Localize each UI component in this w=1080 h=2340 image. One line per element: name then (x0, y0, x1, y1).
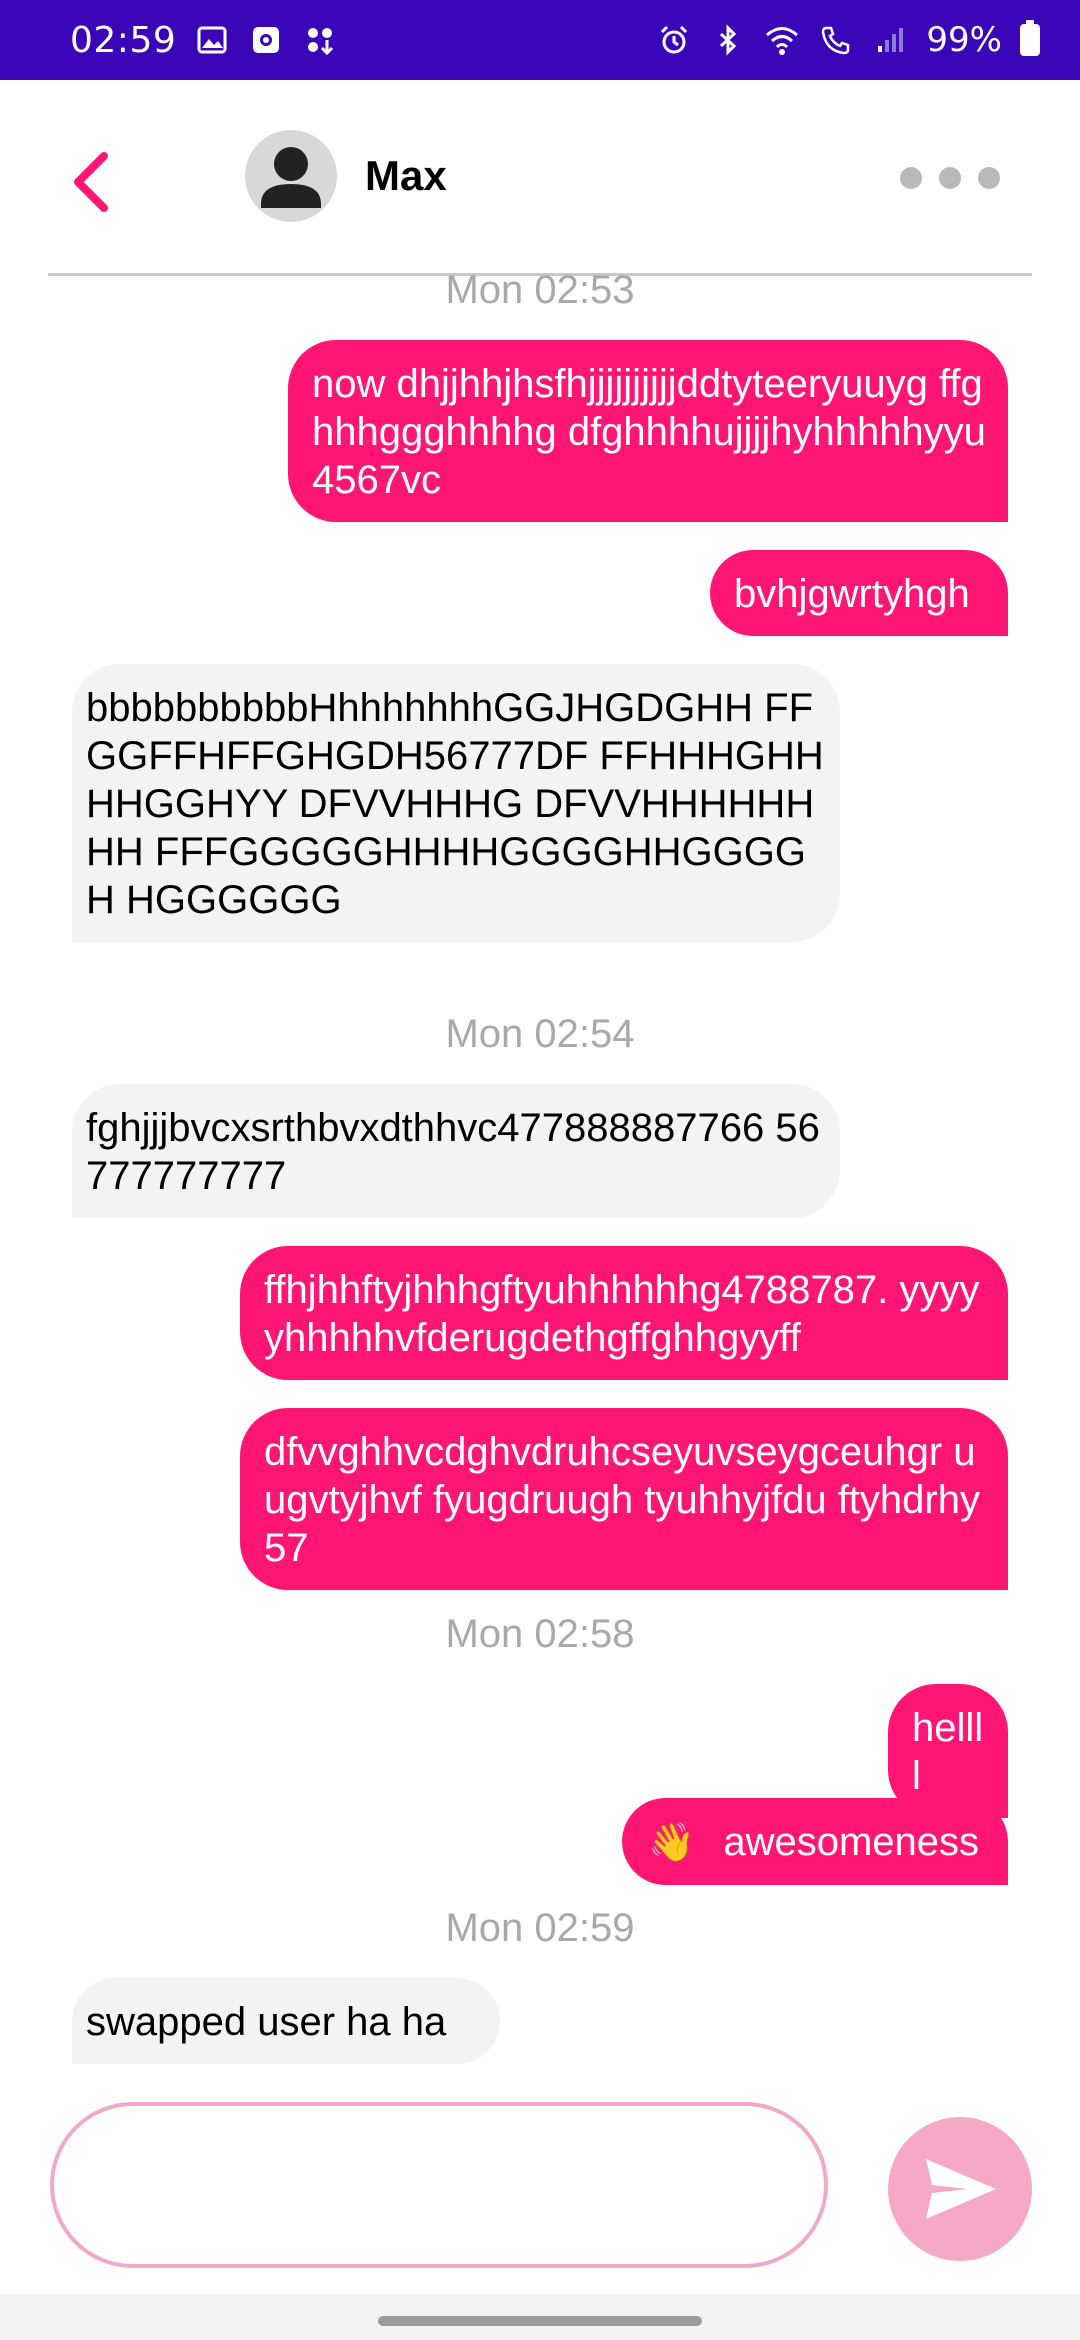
status-time: 02:59 (70, 19, 177, 61)
contact-name[interactable]: Max (365, 152, 447, 200)
more-options-button[interactable] (900, 158, 1000, 198)
send-button[interactable] (888, 2117, 1032, 2261)
incoming-message[interactable]: swapped user ha ha (72, 1978, 500, 2064)
timestamp: Mon 02:54 (445, 1012, 635, 1056)
screen-recorder-icon (248, 22, 284, 58)
timestamp: Mon 02:53 (445, 268, 635, 312)
alarm-icon (656, 22, 692, 58)
more-dot-icon (978, 167, 1000, 189)
timestamp: Mon 02:59 (445, 1906, 635, 1950)
bluetooth-icon (710, 22, 746, 58)
chevron-left-icon (74, 152, 108, 212)
waving-hand-emoji: 👋 (648, 1822, 696, 1864)
signal-icon (872, 22, 908, 58)
outgoing-message[interactable]: bvhjgwrtyhgh (710, 550, 1008, 636)
battery-percentage: 99% (926, 20, 1002, 60)
incoming-message[interactable]: fghjjjbvcxsrthbvxdthhvc477888887766 5677… (72, 1084, 840, 1218)
status-bar-right: 99% (656, 20, 1040, 60)
status-bar-left: 02:59 (70, 20, 338, 61)
message-list: Mon 02:53 now dhjjhhjhsfhjjjjjjjjjjddtyt… (0, 0, 1080, 2340)
message-input[interactable] (50, 2102, 828, 2268)
timestamp: Mon 02:58 (445, 1612, 635, 1656)
message-text: awesomeness (723, 1820, 980, 1864)
outgoing-message[interactable]: now dhjjhhjhsfhjjjjjjjjjjddtyteeryuuyg f… (288, 340, 1008, 522)
avatar[interactable] (245, 130, 337, 222)
app-notification-icon (302, 22, 338, 58)
battery-icon (1020, 20, 1040, 56)
more-dot-icon (900, 167, 922, 189)
send-icon (926, 2159, 996, 2219)
wifi-calling-icon (818, 22, 854, 58)
outgoing-message[interactable]: 👋 awesomeness (622, 1798, 1008, 1885)
gallery-notification-icon (194, 22, 230, 58)
more-dot-icon (939, 167, 961, 189)
person-icon (261, 147, 321, 208)
status-bar: 02:59 99% (0, 0, 1080, 80)
outgoing-message[interactable]: ffhjhhftyjhhhgftyuhhhhhhg4788787. yyyyyh… (240, 1246, 1008, 1380)
incoming-message[interactable]: bbbbbbbbbbHhhhhhhhGGJHGDGHH FFGGFFHFFGHG… (72, 664, 840, 942)
home-gesture-handle[interactable] (378, 2316, 702, 2326)
chat-header: Max (0, 80, 1080, 276)
outgoing-message[interactable]: dfvvghhvcdghvdruhcseyuvseygceuhgr u ugvt… (240, 1408, 1008, 1590)
wifi-icon (764, 22, 800, 58)
back-button[interactable] (60, 142, 120, 222)
